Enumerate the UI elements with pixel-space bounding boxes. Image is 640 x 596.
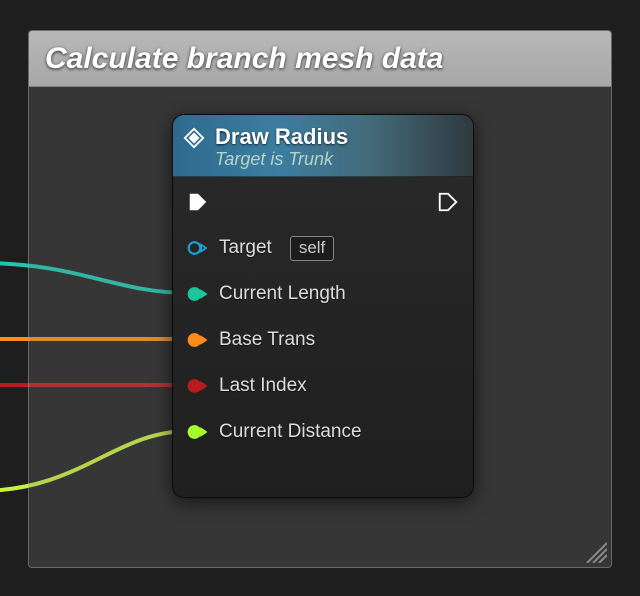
exec-in-pin[interactable]	[187, 191, 209, 213]
input-pin-current-length[interactable]: Current Length	[187, 271, 459, 317]
pin-label: Current Length	[219, 283, 346, 305]
comment-title: Calculate branch mesh data	[45, 42, 443, 76]
node-subtitle: Target is Trunk	[215, 149, 348, 170]
pin-icon	[187, 422, 207, 442]
pin-icon	[187, 330, 207, 350]
input-pin-target[interactable]: Target self	[187, 225, 459, 271]
function-node-draw-radius[interactable]: Draw Radius Target is Trunk Target self Cu…	[172, 114, 474, 498]
pin-label: Current Distance	[219, 421, 362, 443]
input-pin-list: Target self Current Length Base Trans Last I…	[173, 221, 473, 465]
pin-icon	[187, 376, 207, 396]
pin-label: Last Index	[219, 375, 307, 397]
comment-header[interactable]: Calculate branch mesh data	[29, 31, 611, 87]
node-header[interactable]: Draw Radius Target is Trunk	[173, 115, 473, 177]
pin-label: Base Trans	[219, 329, 315, 351]
input-pin-current-distance[interactable]: Current Distance	[187, 409, 459, 455]
pin-value-box[interactable]: self	[290, 236, 334, 261]
pin-label: Target	[219, 237, 272, 259]
input-pin-base-trans[interactable]: Base Trans	[187, 317, 459, 363]
input-pin-last-index[interactable]: Last Index	[187, 363, 459, 409]
resize-grip-icon[interactable]	[583, 539, 607, 563]
function-icon	[183, 127, 205, 149]
pin-icon	[187, 238, 207, 258]
node-title: Draw Radius	[215, 124, 348, 149]
exec-out-pin[interactable]	[437, 191, 459, 213]
pin-icon	[187, 284, 207, 304]
